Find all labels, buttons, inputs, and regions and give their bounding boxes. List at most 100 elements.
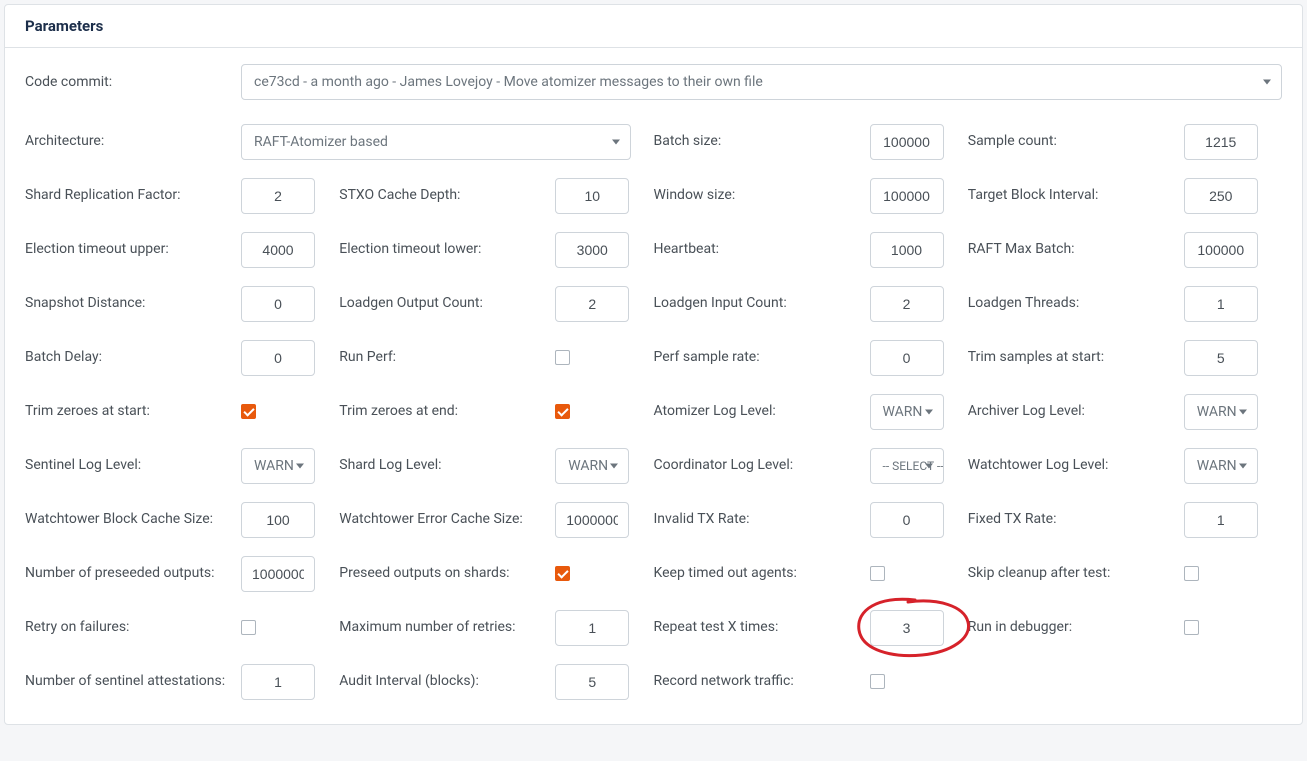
trim-zero-start-label: Trim zeroes at start: [25, 394, 241, 422]
coordinator-log-select[interactable]: -- SELECT -- [870, 448, 944, 484]
trim-samples-input[interactable] [1184, 340, 1258, 376]
sample-count-label: Sample count: [968, 124, 1184, 152]
election-lower-label: Election timeout lower: [339, 232, 555, 260]
chevron-down-icon [610, 464, 618, 469]
archiver-log-value: WARN [1197, 404, 1237, 420]
election-upper-label: Election timeout upper: [25, 232, 241, 260]
atomizer-log-value: WARN [883, 404, 923, 420]
batch-size-input[interactable] [870, 124, 944, 160]
skip-cleanup-checkbox[interactable] [1184, 566, 1199, 581]
shard-replication-input[interactable] [241, 178, 315, 214]
max-retries-input[interactable] [555, 610, 629, 646]
architecture-label: Architecture: [25, 124, 241, 152]
loadgen-threads-label: Loadgen Threads: [968, 286, 1184, 314]
max-retries-label: Maximum number of retries: [339, 610, 555, 638]
audit-interval-input[interactable] [555, 664, 629, 700]
repeat-test-label: Repeat test X times: [654, 610, 870, 638]
target-block-label: Target Block Interval: [968, 178, 1184, 206]
archiver-log-select[interactable]: WARN [1184, 394, 1258, 430]
loadgen-output-input[interactable] [555, 286, 629, 322]
shard-replication-label: Shard Replication Factor: [25, 178, 241, 206]
snapshot-input[interactable] [241, 286, 315, 322]
heartbeat-input[interactable] [870, 232, 944, 268]
chevron-down-icon [1239, 410, 1247, 415]
wt-block-cache-input[interactable] [241, 502, 315, 538]
watchtower-log-label: Watchtower Log Level: [968, 448, 1184, 476]
keep-timed-label: Keep timed out agents: [654, 556, 870, 584]
wt-block-cache-label: Watchtower Block Cache Size: [25, 502, 241, 530]
perf-sample-input[interactable] [870, 340, 944, 376]
loadgen-input-input[interactable] [870, 286, 944, 322]
preseeded-input[interactable] [241, 556, 315, 592]
coordinator-log-value: -- SELECT -- [883, 459, 944, 473]
snapshot-label: Snapshot Distance: [25, 286, 241, 314]
raft-max-input[interactable] [1184, 232, 1258, 268]
perf-sample-label: Perf sample rate: [654, 340, 870, 368]
chevron-down-icon [925, 410, 933, 415]
loadgen-threads-input[interactable] [1184, 286, 1258, 322]
retry-fail-label: Retry on failures: [25, 610, 241, 638]
trim-zero-start-checkbox[interactable] [241, 404, 256, 419]
run-debugger-checkbox[interactable] [1184, 620, 1199, 635]
architecture-select[interactable]: RAFT-Atomizer based [241, 124, 631, 160]
fixed-tx-input[interactable] [1184, 502, 1258, 538]
chevron-down-icon [1239, 464, 1247, 469]
run-perf-label: Run Perf: [339, 340, 555, 368]
watchtower-log-value: WARN [1197, 458, 1237, 474]
sample-count-input[interactable] [1184, 124, 1258, 160]
audit-interval-label: Audit Interval (blocks): [339, 664, 555, 692]
stxo-cache-label: STXO Cache Depth: [339, 178, 555, 206]
trim-samples-label: Trim samples at start: [968, 340, 1184, 368]
sentinel-log-label: Sentinel Log Level: [25, 448, 241, 476]
batch-size-label: Batch size: [654, 124, 870, 152]
wt-error-cache-label: Watchtower Error Cache Size: [339, 502, 555, 530]
code-commit-select[interactable]: ce73cd - a month ago - James Lovejoy - M… [241, 64, 1282, 100]
panel-body: Code commit: ce73cd - a month ago - Jame… [5, 48, 1302, 724]
election-upper-input[interactable] [241, 232, 315, 268]
sentinel-attest-label: Number of sentinel attestations: [25, 664, 241, 692]
wt-error-cache-input[interactable] [555, 502, 629, 538]
window-size-label: Window size: [654, 178, 870, 206]
sentinel-log-select[interactable]: WARN [241, 448, 315, 484]
coordinator-log-label: Coordinator Log Level: [654, 448, 870, 476]
skip-cleanup-label: Skip cleanup after test: [968, 556, 1184, 584]
retry-fail-checkbox[interactable] [241, 620, 256, 635]
stxo-cache-input[interactable] [555, 178, 629, 214]
shard-log-value: WARN [568, 458, 608, 474]
archiver-log-label: Archiver Log Level: [968, 394, 1184, 422]
window-size-input[interactable] [870, 178, 944, 214]
code-commit-label: Code commit: [25, 74, 241, 90]
run-perf-checkbox[interactable] [555, 350, 570, 365]
loadgen-output-label: Loadgen Output Count: [339, 286, 555, 314]
shard-log-label: Shard Log Level: [339, 448, 555, 476]
architecture-value: RAFT-Atomizer based [254, 134, 388, 150]
chevron-down-icon [1263, 80, 1271, 85]
invalid-tx-label: Invalid TX Rate: [654, 502, 870, 530]
batch-delay-input[interactable] [241, 340, 315, 376]
trim-zero-end-checkbox[interactable] [555, 404, 570, 419]
shard-log-select[interactable]: WARN [555, 448, 629, 484]
chevron-down-icon [612, 140, 620, 145]
preseed-shards-label: Preseed outputs on shards: [339, 556, 555, 584]
raft-max-label: RAFT Max Batch: [968, 232, 1184, 260]
preseed-shards-checkbox[interactable] [555, 566, 570, 581]
preseeded-label: Number of preseeded outputs: [25, 556, 241, 584]
target-block-input[interactable] [1184, 178, 1258, 214]
run-debugger-label: Run in debugger: [968, 610, 1184, 638]
watchtower-log-select[interactable]: WARN [1184, 448, 1258, 484]
repeat-test-input[interactable] [870, 610, 944, 646]
keep-timed-checkbox[interactable] [870, 566, 885, 581]
code-commit-row: Code commit: ce73cd - a month ago - Jame… [25, 64, 1282, 100]
atomizer-log-select[interactable]: WARN [870, 394, 944, 430]
sentinel-log-value: WARN [254, 458, 294, 474]
sentinel-attest-input[interactable] [241, 664, 315, 700]
panel-title: Parameters [5, 5, 1302, 48]
election-lower-input[interactable] [555, 232, 629, 268]
parameters-panel: Parameters Code commit: ce73cd - a month… [4, 4, 1303, 725]
batch-delay-label: Batch Delay: [25, 340, 241, 368]
invalid-tx-input[interactable] [870, 502, 944, 538]
trim-zero-end-label: Trim zeroes at end: [339, 394, 555, 422]
heartbeat-label: Heartbeat: [654, 232, 870, 260]
record-traffic-checkbox[interactable] [870, 674, 885, 689]
record-traffic-label: Record network traffic: [654, 664, 870, 692]
